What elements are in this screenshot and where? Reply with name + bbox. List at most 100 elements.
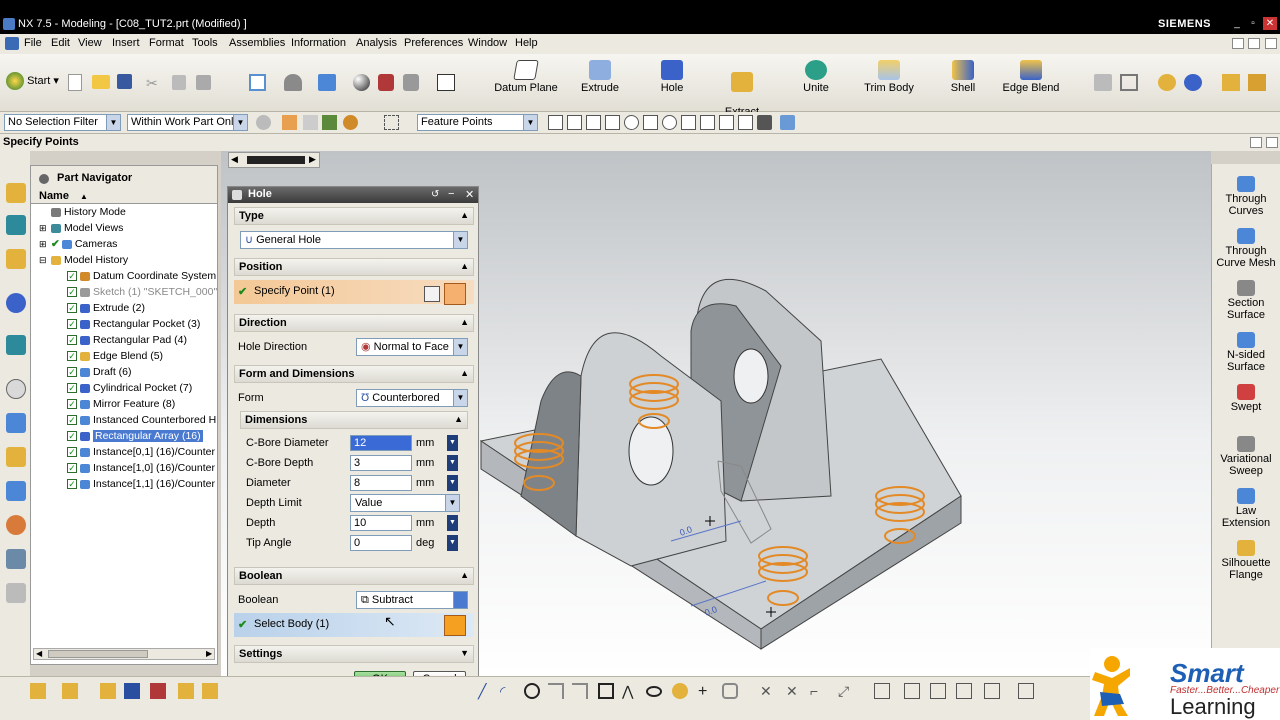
checkbox[interactable]: ✓: [67, 399, 77, 410]
depth-menu-icon[interactable]: ▼: [447, 515, 458, 531]
tree-row[interactable]: ✓ Rectangular Pocket (3): [67, 318, 217, 334]
chain-select-icon[interactable]: [322, 115, 337, 130]
settings-section-header[interactable]: Settings ▼: [234, 645, 474, 663]
auto-constraint-icon[interactable]: [956, 683, 972, 699]
hole-type-dropdown[interactable]: ∪ General Hole ▼: [240, 231, 468, 249]
orient-view-icon[interactable]: [318, 74, 336, 91]
menu-preferences[interactable]: Preferences: [404, 37, 463, 49]
sketch-section-icon[interactable]: [424, 286, 440, 302]
menu-window[interactable]: Window: [468, 37, 507, 49]
chevron-right-icon[interactable]: ▶: [309, 154, 316, 165]
menu-format[interactable]: Format: [149, 37, 184, 49]
tip-angle-input[interactable]: [350, 535, 412, 551]
checkbox[interactable]: ✓: [67, 303, 77, 314]
menu-file[interactable]: File: [24, 37, 42, 49]
perpendicular-icon[interactable]: [904, 683, 920, 699]
start-button[interactable]: Start ▾: [6, 72, 66, 90]
manufacturing-wizard-icon[interactable]: [6, 481, 26, 501]
datum-plane-button[interactable]: Datum Plane: [490, 60, 562, 94]
diameter-menu-icon[interactable]: ▼: [447, 475, 458, 491]
rectangle-icon[interactable]: [598, 683, 614, 699]
hole-direction-dropdown[interactable]: ◉ Normal to Face ▼: [356, 338, 468, 356]
tree-row[interactable]: ✓ Instance[0,1] (16)/Counter: [67, 446, 217, 462]
palette-item[interactable]: Variational Sweep: [1214, 436, 1278, 477]
hole-button[interactable]: Hole: [646, 60, 698, 94]
measure-icon[interactable]: [1222, 74, 1240, 91]
rotate-icon[interactable]: [202, 683, 218, 699]
chevron-left-icon[interactable]: ◀: [231, 154, 238, 165]
diameter-input[interactable]: [350, 475, 412, 491]
child-minimize-icon[interactable]: [1232, 38, 1244, 49]
history-icon[interactable]: [6, 379, 26, 399]
fit-view-icon[interactable]: [249, 74, 266, 91]
snap-intersection-icon[interactable]: [605, 115, 620, 130]
tree-row[interactable]: ✓ Edge Blend (5): [67, 350, 217, 366]
app-menu-icon[interactable]: [5, 37, 19, 50]
snap-point-on-curve-icon[interactable]: [681, 115, 696, 130]
point-dialog-icon[interactable]: [444, 283, 466, 305]
move-icon[interactable]: [178, 683, 194, 699]
tree-row[interactable]: ✓ Draft (6): [67, 366, 217, 382]
boolean-section-header[interactable]: Boolean ▲: [234, 567, 474, 585]
cut-icon[interactable]: ✂: [146, 75, 162, 91]
snap-point-on-face-icon[interactable]: [700, 115, 715, 130]
tree-row[interactable]: ✓ Instance[1,0] (16)/Counter: [67, 462, 217, 478]
form-dimensions-section-header[interactable]: Form and Dimensions ▲: [234, 365, 474, 383]
extrude-button[interactable]: Extrude: [572, 60, 628, 94]
select-options-icon[interactable]: [256, 115, 271, 130]
sketch-curve-icon[interactable]: [1120, 74, 1138, 91]
palette-item[interactable]: Law Extension: [1214, 488, 1278, 529]
tree-row[interactable]: ⊞ Model Views: [39, 222, 215, 238]
snap-bounded-icon[interactable]: [719, 115, 734, 130]
chevron-left-icon[interactable]: ◀: [36, 649, 42, 658]
palette-item[interactable]: Silhouette Flange: [1214, 540, 1278, 581]
horizontal-scrollbar[interactable]: ◀ ▶: [33, 648, 215, 660]
background-color-icon[interactable]: [437, 74, 455, 91]
surface-icon[interactable]: [1094, 74, 1112, 91]
deselect-icon[interactable]: [303, 115, 318, 130]
depth-input[interactable]: [350, 515, 412, 531]
extend-icon[interactable]: ✕: [786, 683, 802, 699]
checkbox[interactable]: ✓: [67, 383, 77, 394]
reuse-library-icon[interactable]: [6, 293, 26, 313]
tree-row[interactable]: ✓ Rectangular Pad (4): [67, 334, 217, 350]
constraint-navigator-icon[interactable]: [6, 215, 26, 235]
spline-icon[interactable]: [672, 683, 688, 699]
checkbox[interactable]: ✓: [67, 463, 77, 474]
show-constraint-icon[interactable]: [984, 683, 1000, 699]
expand-icon[interactable]: ⊟: [39, 255, 48, 266]
cube-icon[interactable]: [100, 683, 116, 699]
corner-icon[interactable]: ⌐: [810, 683, 826, 699]
type-section-header[interactable]: Type ▲: [234, 207, 474, 225]
position-section-header[interactable]: Position ▲: [234, 258, 474, 276]
menu-view[interactable]: View: [78, 37, 102, 49]
checkbox[interactable]: ✓: [67, 447, 77, 458]
cue-close-icon[interactable]: [1266, 137, 1278, 148]
checkbox[interactable]: ✓: [67, 351, 77, 362]
select-body-row[interactable]: ✔ Select Body (1): [234, 613, 474, 637]
checkbox[interactable]: ✓: [67, 271, 77, 282]
snap-point-icon[interactable]: [30, 683, 46, 699]
trim-body-button[interactable]: Trim Body: [858, 60, 920, 94]
selection-filter-dropdown[interactable]: No Selection Filter ▼: [4, 114, 121, 131]
arc-icon[interactable]: ◜: [500, 683, 516, 699]
close-icon[interactable]: ✕: [465, 188, 477, 201]
expand-icon[interactable]: ⊞: [39, 239, 48, 250]
menu-tools[interactable]: Tools: [192, 37, 218, 49]
snap-mode-dropdown[interactable]: Feature Points ▼: [417, 114, 538, 131]
tree-row[interactable]: ✓ Cylindrical Pocket (7): [67, 382, 217, 398]
checkbox[interactable]: ✓: [67, 287, 77, 298]
snap-settings-icon[interactable]: [780, 115, 795, 130]
tip-angle-menu-icon[interactable]: ▼: [447, 535, 458, 551]
cbore-depth-menu-icon[interactable]: ▼: [447, 455, 458, 471]
selection-scope-dropdown[interactable]: Within Work Part Only ▼: [127, 114, 248, 131]
cbore-diameter-input[interactable]: [350, 435, 412, 451]
palette-item[interactable]: Through Curve Mesh: [1214, 228, 1278, 269]
print-icon[interactable]: [6, 583, 26, 603]
tree-row[interactable]: ✓ Rectangular Array (16): [67, 430, 217, 446]
palette-item[interactable]: N-sided Surface: [1214, 332, 1278, 373]
checkbox[interactable]: ✓: [67, 367, 77, 378]
chevron-right-icon[interactable]: ▶: [206, 649, 212, 658]
convert-reference-icon[interactable]: [1018, 683, 1034, 699]
snap-control-icon[interactable]: [586, 115, 601, 130]
